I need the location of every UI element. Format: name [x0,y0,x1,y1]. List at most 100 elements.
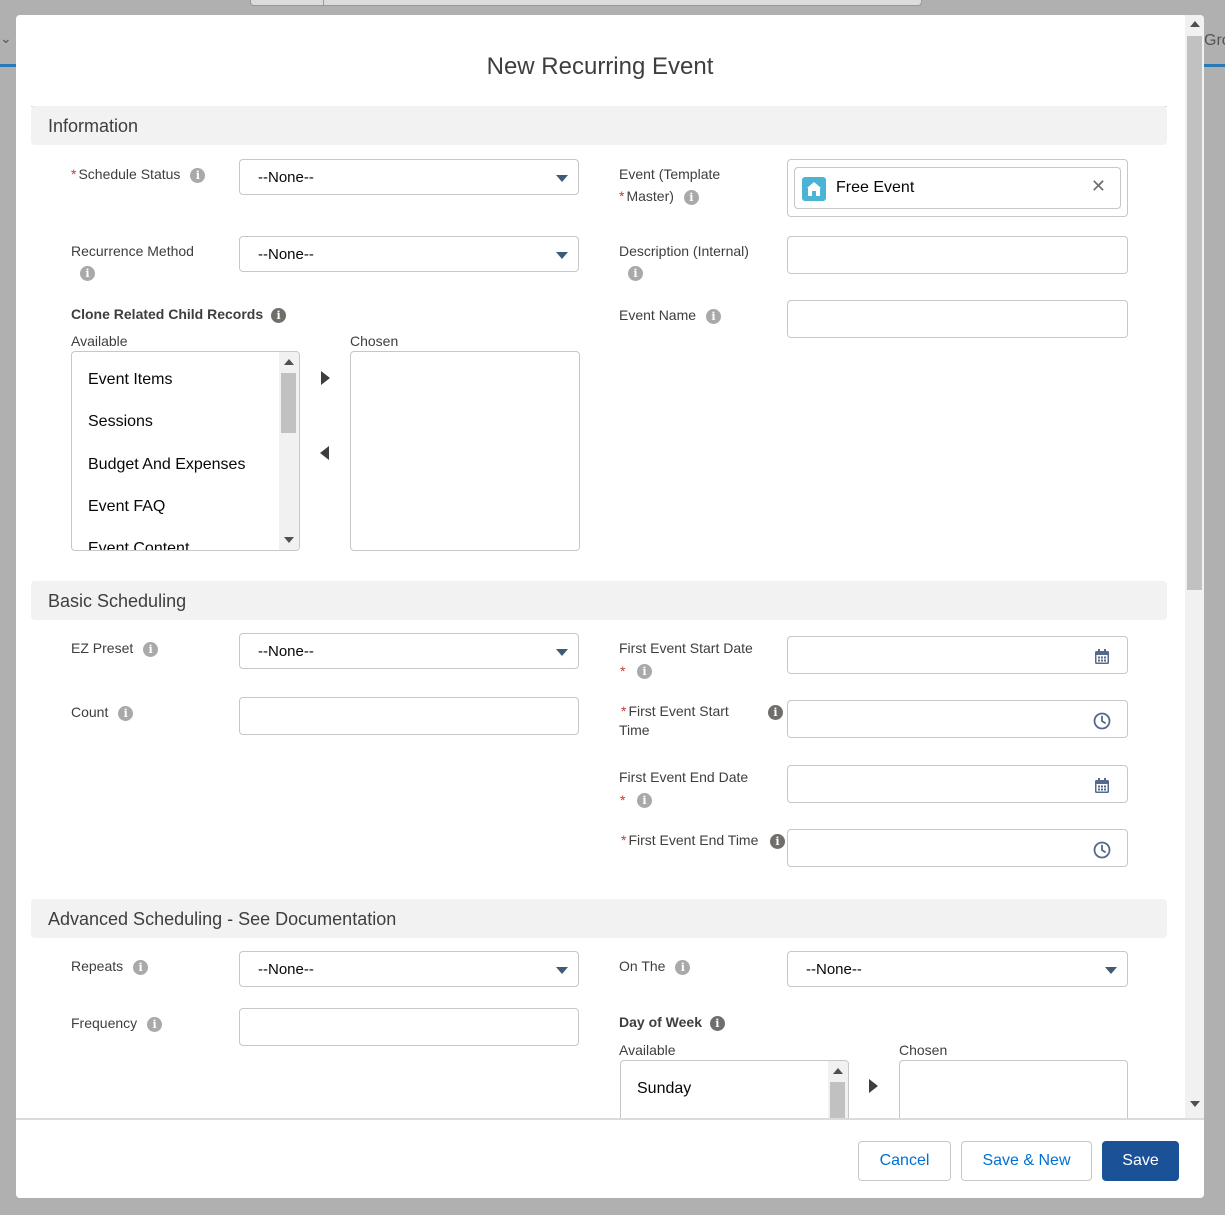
recurrence-method-select[interactable]: --None-- [239,236,579,272]
required-marker: * [620,792,626,808]
list-item[interactable]: Budget And Expenses [88,456,245,474]
event-template-lookup[interactable]: Free Event ✕ [787,159,1128,217]
scroll-up-icon[interactable] [1190,21,1200,27]
first-start-time-label-line2: Time [619,722,650,738]
required-marker: * [619,188,625,204]
info-icon[interactable]: i [118,705,134,721]
schedule-status-select[interactable]: --None-- [239,159,579,195]
first-start-date-input[interactable] [787,636,1128,674]
chosen-label: Chosen [899,1042,948,1058]
first-end-time-label: * First Event End Time [621,832,759,848]
scroll-down-icon[interactable] [1190,1101,1200,1107]
chevron-down-icon [556,967,568,974]
first-end-time-input[interactable] [787,829,1128,867]
event-template-label-line1: Event (Template [619,166,721,182]
day-of-week-label: Day of Week i [619,1014,725,1031]
background-tab-label: Gro [1204,32,1225,49]
list-item[interactable]: Event Items [88,371,172,389]
new-recurring-event-modal: New Recurring Event Information * Schedul… [16,15,1204,1198]
save-button[interactable]: Save [1102,1141,1179,1181]
description-label: Description (Internal) [619,243,749,259]
scroll-down-icon[interactable] [284,537,294,543]
info-icon[interactable]: i [683,189,699,205]
available-label: Available [619,1042,676,1058]
info-icon[interactable]: i [271,307,287,323]
info-icon[interactable]: i [143,641,159,657]
first-start-time-input[interactable] [787,700,1128,738]
section-title: Information [48,116,139,136]
chevron-down-icon [556,649,568,656]
listbox-scrollbar[interactable] [279,352,299,550]
ez-preset-label: EZ Preset i [71,637,159,659]
section-advanced-scheduling[interactable]: Advanced Scheduling - See Documentation [31,899,1167,938]
list-item[interactable]: Event Content [88,540,189,550]
modal-scrollbar[interactable] [1185,15,1204,1118]
calendar-icon[interactable] [1093,777,1111,795]
info-icon[interactable]: i [705,308,721,324]
event-name-label: Event Name i [619,304,721,326]
description-input[interactable] [787,236,1128,274]
on-the-select[interactable]: --None-- [787,951,1128,987]
event-icon [802,177,826,201]
clone-available-listbox[interactable]: Event Items Sessions Budget And Expenses… [71,351,300,551]
background-tab-underline-right [1204,64,1225,67]
required-marker: * [621,703,627,719]
move-left-icon[interactable] [320,446,329,460]
clock-icon[interactable] [1093,712,1111,730]
ez-preset-select[interactable]: --None-- [239,633,579,669]
scroll-up-icon[interactable] [833,1068,843,1074]
close-icon[interactable]: ✕ [1091,176,1106,197]
cancel-button[interactable]: Cancel [858,1141,951,1181]
scrollbar-thumb[interactable] [830,1082,845,1122]
event-template-label-line2: * Master) i [619,185,699,207]
event-name-input[interactable] [787,300,1128,338]
info-icon[interactable]: i [637,793,652,808]
calendar-icon[interactable] [1093,648,1111,666]
on-the-label: On The i [619,955,691,977]
info-icon[interactable]: i [133,959,149,975]
list-item[interactable]: Sunday [637,1080,691,1098]
clone-related-label: Clone Related Child Records i [71,306,287,323]
info-icon[interactable]: i [637,664,652,679]
repeats-select[interactable]: --None-- [239,951,579,987]
move-right-icon[interactable] [321,371,330,385]
first-start-date-label: First Event Start Date [619,640,753,656]
info-icon[interactable]: i [628,266,643,281]
info-icon[interactable]: i [770,834,785,849]
clone-chosen-listbox[interactable] [350,351,580,551]
info-icon[interactable]: i [147,1016,163,1032]
scroll-up-icon[interactable] [284,359,294,365]
info-icon[interactable]: i [675,959,691,975]
info-icon[interactable]: i [80,266,95,281]
scrollbar-thumb[interactable] [1187,36,1202,590]
background-search-bar [250,0,922,6]
save-and-new-button[interactable]: Save & New [961,1141,1092,1181]
first-end-date-input[interactable] [787,765,1128,803]
modal-footer: Cancel Save & New Save [16,1118,1204,1198]
info-icon[interactable]: i [709,1015,725,1031]
background-tab-chevron: ⌄ [0,30,12,46]
chosen-label: Chosen [350,333,399,349]
selected-event-pill[interactable]: Free Event ✕ [794,167,1121,209]
count-input[interactable] [239,697,579,735]
pill-label: Free Event [836,179,915,196]
recurrence-method-label: Recurrence Method [71,243,194,259]
available-label: Available [71,333,128,349]
info-icon[interactable]: i [190,167,206,183]
list-item[interactable]: Sessions [88,413,153,431]
first-end-date-label: First Event End Date [619,769,749,785]
chevron-down-icon [1105,967,1117,974]
chevron-down-icon [556,252,568,259]
move-right-icon[interactable] [869,1079,878,1093]
modal-title: New Recurring Event [486,53,714,80]
frequency-input[interactable] [239,1008,579,1046]
frequency-label: Frequency i [71,1012,163,1034]
section-information[interactable]: Information [31,106,1167,145]
section-basic-scheduling[interactable]: Basic Scheduling [31,581,1167,620]
info-icon[interactable]: i [768,705,783,720]
section-title: Basic Scheduling [48,591,187,611]
schedule-status-label: * Schedule Status i [71,163,206,185]
scrollbar-thumb[interactable] [281,373,296,433]
list-item[interactable]: Event FAQ [88,498,165,516]
clock-icon[interactable] [1093,841,1111,859]
